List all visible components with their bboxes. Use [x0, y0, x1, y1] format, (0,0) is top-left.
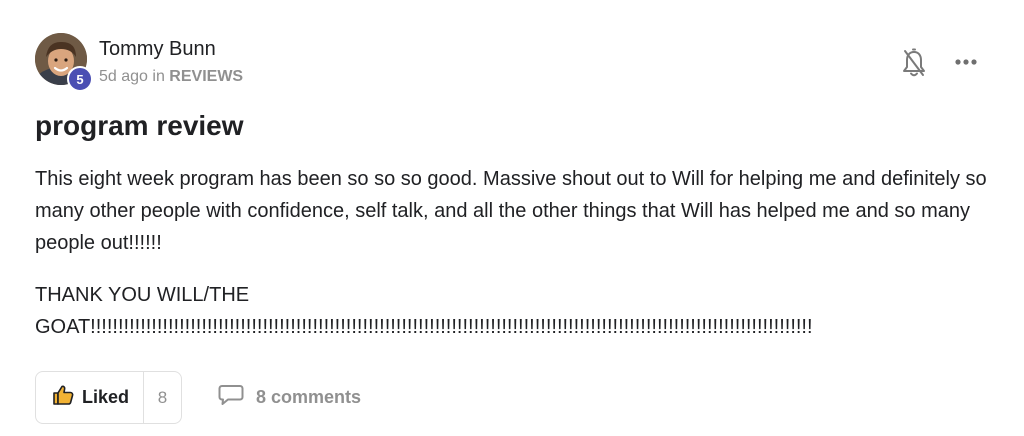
post-line: GOAT!!!!!!!!!!!!!!!!!!!!!!!!!!!!!!!!!!!!…	[35, 316, 813, 338]
post-time: 5d ago	[99, 68, 148, 85]
more-options-icon[interactable]	[952, 52, 980, 72]
comments-label: 8 comments	[256, 387, 362, 407]
post-category[interactable]: REVIEWS	[169, 68, 243, 85]
post-line: THANK YOU WILL/THE	[35, 284, 250, 306]
post-body: This eight week program has been so so s…	[35, 163, 990, 343]
level-badge: 5	[67, 66, 93, 92]
bell-off-icon[interactable]	[901, 48, 927, 78]
post-in-text: in	[152, 68, 165, 85]
post-paragraph: THANK YOU WILL/THE GOAT!!!!!!!!!!!!!!!!!…	[35, 279, 990, 343]
like-label: Liked	[82, 387, 130, 407]
comment-icon	[218, 384, 244, 411]
post-title: program review	[35, 110, 244, 141]
post-meta: 5d ago in REVIEWS	[99, 68, 243, 86]
comments-link[interactable]: 8 comments	[218, 384, 361, 411]
post-paragraph: This eight week program has been so so s…	[35, 168, 987, 254]
thumbs-up-icon	[52, 384, 74, 411]
like-button[interactable]: Liked	[36, 372, 145, 423]
like-count[interactable]: 8	[144, 372, 181, 423]
like-control: Liked 8	[35, 371, 182, 424]
author-name[interactable]: Tommy Bunn	[99, 38, 216, 61]
